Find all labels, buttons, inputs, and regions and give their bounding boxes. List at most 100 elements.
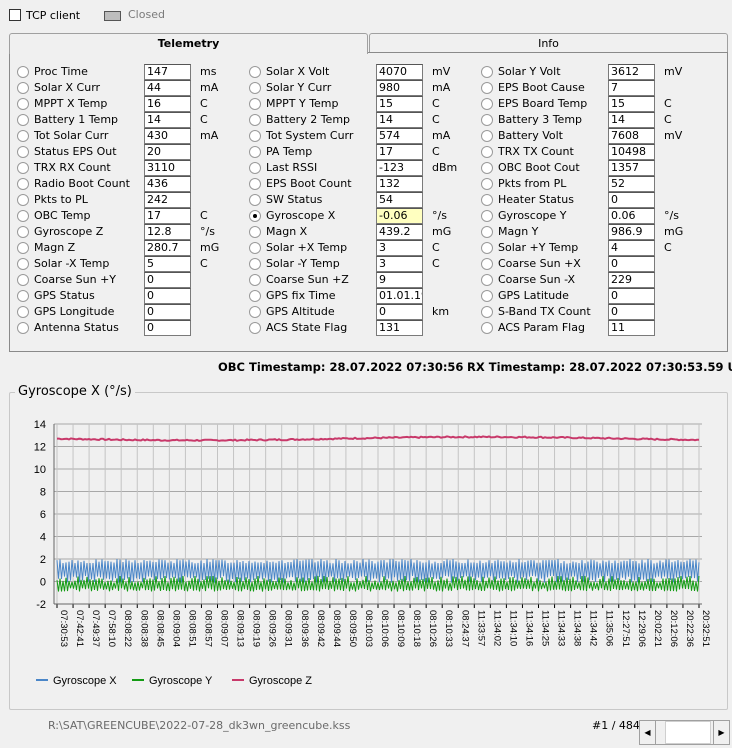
- telemetry-row[interactable]: Coarse Sun -X 229: [481, 272, 706, 288]
- telemetry-row[interactable]: Radio Boot Count 436: [17, 176, 242, 192]
- radio-button[interactable]: [249, 258, 261, 270]
- telemetry-row[interactable]: Tot System Curr 574 mA: [249, 128, 474, 144]
- telemetry-row[interactable]: S-Band TX Count 0: [481, 304, 706, 320]
- telemetry-row[interactable]: EPS Boot Count 132: [249, 176, 474, 192]
- radio-button[interactable]: [249, 114, 261, 126]
- telemetry-row[interactable]: Solar X Volt 4070 mV: [249, 64, 474, 80]
- radio-button[interactable]: [249, 274, 261, 286]
- telemetry-row[interactable]: Heater Status 0: [481, 192, 706, 208]
- radio-button[interactable]: [17, 258, 29, 270]
- radio-button[interactable]: [481, 194, 493, 206]
- radio-button[interactable]: [17, 194, 29, 206]
- radio-button[interactable]: [249, 82, 261, 94]
- radio-button[interactable]: [249, 242, 261, 254]
- telemetry-row[interactable]: Gyroscope Y 0.06 °/s: [481, 208, 706, 224]
- telemetry-row[interactable]: EPS Boot Cause 7: [481, 80, 706, 96]
- radio-button[interactable]: [481, 306, 493, 318]
- radio-button[interactable]: [17, 306, 29, 318]
- radio-button[interactable]: [481, 162, 493, 174]
- telemetry-row[interactable]: GPS Longitude 0: [17, 304, 242, 320]
- radio-button[interactable]: [17, 290, 29, 302]
- radio-button[interactable]: [17, 178, 29, 190]
- radio-button[interactable]: [481, 130, 493, 142]
- telemetry-row[interactable]: Coarse Sun +Z 9: [249, 272, 474, 288]
- radio-button[interactable]: [481, 242, 493, 254]
- telemetry-row[interactable]: SW Status 54: [249, 192, 474, 208]
- radio-button[interactable]: [249, 98, 261, 110]
- telemetry-row[interactable]: Solar Y Curr 980 mA: [249, 80, 474, 96]
- telemetry-row[interactable]: GPS Status 0: [17, 288, 242, 304]
- telemetry-row[interactable]: Coarse Sun +Y 0: [17, 272, 242, 288]
- telemetry-row[interactable]: GPS Latitude 0: [481, 288, 706, 304]
- radio-button[interactable]: [249, 226, 261, 238]
- telemetry-row[interactable]: Pkts to PL 242: [17, 192, 242, 208]
- radio-button[interactable]: [481, 146, 493, 158]
- telemetry-row[interactable]: Magn X 439.2 mG: [249, 224, 474, 240]
- telemetry-row[interactable]: ACS State Flag 131: [249, 320, 474, 336]
- telemetry-row[interactable]: GPS Altitude 0 km: [249, 304, 474, 320]
- telemetry-row[interactable]: OBC Boot Cout 1357: [481, 160, 706, 176]
- radio-button[interactable]: [249, 210, 261, 222]
- record-scrollbar-thumb[interactable]: [665, 721, 711, 744]
- tab-info[interactable]: Info: [369, 33, 728, 53]
- telemetry-row[interactable]: Antenna Status 0: [17, 320, 242, 336]
- radio-button[interactable]: [481, 290, 493, 302]
- radio-button[interactable]: [481, 210, 493, 222]
- radio-button[interactable]: [481, 66, 493, 78]
- telemetry-row[interactable]: MPPT Y Temp 15 C: [249, 96, 474, 112]
- telemetry-row[interactable]: OBC Temp 17 C: [17, 208, 242, 224]
- tcp-client-checkbox[interactable]: [9, 9, 21, 21]
- radio-button[interactable]: [17, 130, 29, 142]
- telemetry-row[interactable]: Battery 3 Temp 14 C: [481, 112, 706, 128]
- radio-button[interactable]: [17, 210, 29, 222]
- telemetry-row[interactable]: ACS Param Flag 11: [481, 320, 706, 336]
- telemetry-row[interactable]: Battery 1 Temp 14 C: [17, 112, 242, 128]
- radio-button[interactable]: [481, 82, 493, 94]
- radio-button[interactable]: [17, 274, 29, 286]
- telemetry-row[interactable]: MPPT X Temp 16 C: [17, 96, 242, 112]
- telemetry-row[interactable]: Magn Z 280.7 mG: [17, 240, 242, 256]
- radio-button[interactable]: [17, 98, 29, 110]
- telemetry-row[interactable]: Pkts from PL 52: [481, 176, 706, 192]
- radio-button[interactable]: [249, 130, 261, 142]
- radio-button[interactable]: [17, 114, 29, 126]
- telemetry-row[interactable]: TRX TX Count 10498: [481, 144, 706, 160]
- telemetry-row[interactable]: Solar +Y Temp 4 C: [481, 240, 706, 256]
- telemetry-row[interactable]: Solar -X Temp 5 C: [17, 256, 242, 272]
- scroll-right-button[interactable]: ▶: [713, 720, 730, 745]
- radio-button[interactable]: [481, 114, 493, 126]
- telemetry-row[interactable]: Solar Y Volt 3612 mV: [481, 64, 706, 80]
- telemetry-row[interactable]: PA Temp 17 C: [249, 144, 474, 160]
- telemetry-row[interactable]: Battery Volt 7608 mV: [481, 128, 706, 144]
- radio-button[interactable]: [481, 98, 493, 110]
- telemetry-row[interactable]: Gyroscope Z 12.8 °/s: [17, 224, 242, 240]
- radio-button[interactable]: [481, 274, 493, 286]
- radio-button[interactable]: [17, 146, 29, 158]
- radio-button[interactable]: [17, 66, 29, 78]
- radio-button[interactable]: [481, 226, 493, 238]
- radio-button[interactable]: [481, 258, 493, 270]
- telemetry-row[interactable]: Status EPS Out 20: [17, 144, 242, 160]
- radio-button[interactable]: [249, 194, 261, 206]
- radio-button[interactable]: [17, 322, 29, 334]
- telemetry-row[interactable]: Gyroscope X -0.06 °/s: [249, 208, 474, 224]
- radio-button[interactable]: [481, 178, 493, 190]
- telemetry-row[interactable]: Tot Solar Curr 430 mA: [17, 128, 242, 144]
- radio-button[interactable]: [481, 322, 493, 334]
- telemetry-row[interactable]: EPS Board Temp 15 C: [481, 96, 706, 112]
- telemetry-row[interactable]: Solar -Y Temp 3 C: [249, 256, 474, 272]
- radio-button[interactable]: [249, 290, 261, 302]
- tab-telemetry[interactable]: Telemetry: [9, 33, 368, 54]
- radio-button[interactable]: [17, 242, 29, 254]
- telemetry-row[interactable]: Battery 2 Temp 14 C: [249, 112, 474, 128]
- radio-button[interactable]: [249, 178, 261, 190]
- radio-button[interactable]: [249, 322, 261, 334]
- telemetry-row[interactable]: TRX RX Count 3110: [17, 160, 242, 176]
- radio-button[interactable]: [17, 226, 29, 238]
- radio-button[interactable]: [17, 162, 29, 174]
- telemetry-row[interactable]: Coarse Sun +X 0: [481, 256, 706, 272]
- radio-button[interactable]: [249, 306, 261, 318]
- radio-button[interactable]: [17, 82, 29, 94]
- telemetry-row[interactable]: Last RSSI -123 dBm: [249, 160, 474, 176]
- radio-button[interactable]: [249, 146, 261, 158]
